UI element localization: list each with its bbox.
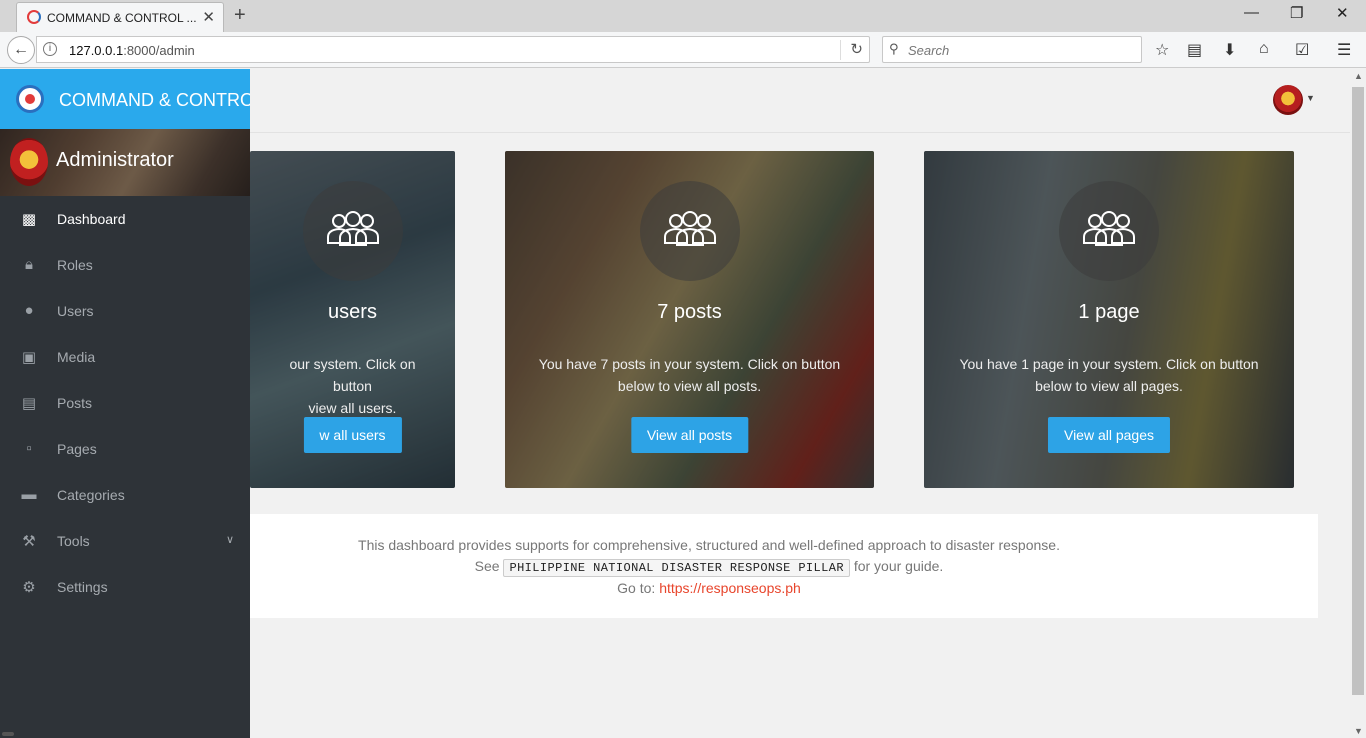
window-close-icon[interactable]: ✕	[1336, 4, 1349, 22]
user-icon: ●	[24, 302, 34, 319]
search-bar[interactable]: ⚲ Search	[882, 36, 1142, 63]
url-bar[interactable]: i 127.0.0.1:8000/admin ↻	[36, 36, 870, 63]
new-tab-button[interactable]: +	[234, 4, 246, 27]
download-icon[interactable]: ⬇	[1223, 40, 1236, 60]
chevron-down-icon[interactable]: ▼	[1306, 93, 1315, 103]
sidebar-item-label: Posts	[57, 395, 93, 411]
users-card: users our system. Click on button view al…	[250, 151, 455, 488]
users-group-icon	[663, 211, 716, 246]
browser-tabbar: COMMAND & CONTROL ... ✕ + — ❐ ✕	[0, 0, 1366, 32]
page-scrollbar[interactable]: ▲ ▼	[1350, 69, 1366, 738]
card-description: You have 1 page in your system. Click on…	[959, 356, 1259, 394]
sidebar-item-label: Tools	[57, 533, 90, 549]
brand-header[interactable]: COMMAND & CONTROL	[0, 69, 250, 129]
sidebar-item-label: Dashboard	[57, 211, 126, 227]
card-count: users	[328, 301, 377, 323]
url-text[interactable]: 127.0.0.1:8000/admin	[69, 43, 195, 58]
card-count: 1 page	[1078, 301, 1140, 323]
pocket-icon[interactable]: ☑	[1295, 40, 1309, 60]
user-avatar[interactable]	[1273, 85, 1303, 115]
gear-icon: ⚙	[22, 579, 36, 596]
sidebar-item-label: Media	[57, 349, 96, 365]
folder-icon: ▬	[21, 486, 37, 503]
brand-logo-icon	[16, 85, 44, 113]
info-icon[interactable]: i	[43, 42, 57, 56]
reload-icon[interactable]: ↻	[850, 40, 863, 58]
users-group-icon	[1083, 211, 1135, 246]
responseops-link[interactable]: https://responseops.ph	[659, 580, 801, 596]
sidebar-item-label: Pages	[57, 441, 97, 457]
home-icon[interactable]: ⌂	[1259, 40, 1269, 58]
lock-icon: 🔒︎	[25, 256, 33, 273]
sidebar-item-roles[interactable]: 🔒︎ Roles	[0, 242, 250, 288]
pages-card: 1 page You have 1 page in your system. C…	[924, 151, 1294, 488]
view-all-users-button[interactable]: w all users	[303, 417, 402, 453]
sidebar-item-dashboard[interactable]: ▩ Dashboard	[0, 196, 250, 242]
sidebar-item-tools[interactable]: ⚒ Tools ∨	[0, 518, 250, 564]
back-arrow-icon[interactable]: ←	[7, 36, 35, 64]
sidebar-item-users[interactable]: ● Users	[0, 288, 250, 334]
image-icon: ▣	[21, 349, 37, 366]
scroll-thumb[interactable]	[1352, 87, 1364, 695]
info-guide-line: See PHILIPPINE NATIONAL DISASTER RESPONS…	[250, 558, 1168, 577]
bookmark-star-icon[interactable]: ☆	[1155, 40, 1169, 60]
card-count: 7 posts	[657, 301, 722, 323]
restore-icon[interactable]: ❐	[1290, 4, 1303, 22]
scroll-down-icon[interactable]: ▼	[1354, 726, 1363, 736]
sidebar-item-categories[interactable]: ▬ Categories	[0, 472, 250, 518]
sidebar-item-label: Categories	[57, 487, 125, 503]
info-box: This dashboard provides supports for com…	[250, 514, 1318, 618]
tools-icon: ⚒	[22, 533, 36, 550]
card-description: our system. Click on button view all user…	[289, 356, 416, 416]
info-guide-text: for your guide.	[853, 558, 944, 574]
dashboard-icon: ▩	[21, 211, 37, 228]
sidebar-item-label: Settings	[57, 579, 108, 595]
file-icon: ▫	[26, 440, 32, 457]
info-see-text: See	[474, 558, 500, 574]
card-description: You have 7 posts in your system. Click o…	[538, 356, 841, 394]
sidebar-item-media[interactable]: ▣ Media	[0, 334, 250, 380]
users-group-icon	[326, 211, 379, 246]
news-icon: ▤	[21, 395, 37, 412]
info-goto-text: Go to:	[617, 580, 656, 596]
guide-code: PHILIPPINE NATIONAL DISASTER RESPONSE PI…	[503, 559, 850, 577]
posts-card: 7 posts You have 7 posts in your system.…	[505, 151, 874, 488]
sidebar-item-label: Roles	[57, 257, 93, 273]
sidebar: COMMAND & CONTROL Administrator ▩ Dashbo…	[0, 69, 250, 738]
brand-title: COMMAND & CONTROL	[59, 90, 250, 110]
site-favicon-icon	[27, 10, 41, 24]
sidebar-item-pages[interactable]: ▫ Pages	[0, 426, 250, 472]
hamburger-menu-icon[interactable]: ☰	[1337, 40, 1351, 60]
tab-title: COMMAND & CONTROL ...	[47, 11, 197, 25]
search-input[interactable]: Search	[908, 43, 949, 58]
sidebar-item-label: Users	[57, 303, 94, 319]
browser-tab[interactable]: COMMAND & CONTROL ... ✕	[16, 2, 224, 32]
reading-list-icon[interactable]: ▤	[1187, 40, 1202, 60]
user-name: Administrator	[56, 149, 174, 171]
user-panel: Administrator	[0, 129, 250, 196]
info-description: This dashboard provides supports for com…	[358, 537, 1060, 553]
search-icon: ⚲	[889, 41, 899, 56]
app-topbar	[250, 69, 1350, 133]
divider	[840, 40, 841, 60]
sidebar-scrollbar[interactable]	[2, 732, 14, 736]
sidebar-menu: ▩ Dashboard 🔒︎ Roles ● Users ▣ Media ▤ P…	[0, 196, 250, 610]
minimize-icon[interactable]: —	[1244, 4, 1259, 21]
view-all-posts-button[interactable]: View all posts	[630, 417, 749, 453]
tab-close-icon[interactable]: ✕	[202, 8, 215, 26]
chevron-down-icon[interactable]: ∨	[226, 533, 234, 546]
info-goto-line: Go to: https://responseops.ph	[250, 580, 1168, 596]
sidebar-item-posts[interactable]: ▤ Posts	[0, 380, 250, 426]
admin-avatar	[10, 138, 48, 186]
scroll-up-icon[interactable]: ▲	[1354, 71, 1363, 81]
sidebar-item-settings[interactable]: ⚙ Settings	[0, 564, 250, 610]
view-all-pages-button[interactable]: View all pages	[1047, 417, 1171, 453]
